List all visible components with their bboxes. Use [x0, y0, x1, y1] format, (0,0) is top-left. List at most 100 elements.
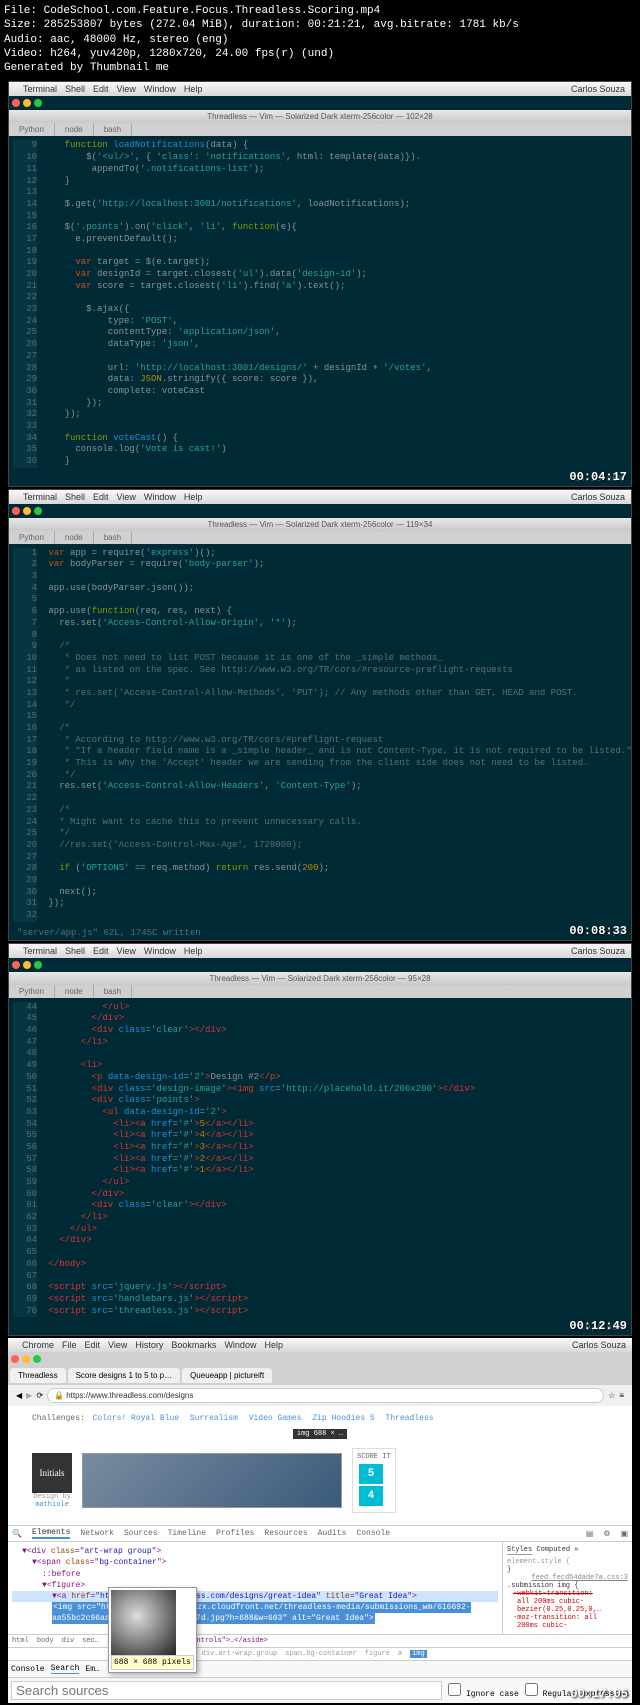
menu-history[interactable]: History — [135, 1340, 163, 1350]
tab-console[interactable]: Console — [356, 1529, 390, 1538]
menu-shell[interactable]: Shell — [65, 84, 85, 94]
code-editor[interactable]: 44 </ul> 45 </div> 46 <div class='clear'… — [9, 998, 631, 1322]
tab-console[interactable]: Console — [11, 1665, 45, 1674]
menu-view[interactable]: View — [117, 946, 136, 956]
maximize-icon[interactable] — [34, 507, 42, 515]
tab-node[interactable]: node — [55, 123, 94, 136]
minimize-icon[interactable] — [22, 1355, 30, 1363]
star-icon[interactable]: ☆ — [608, 1391, 615, 1400]
close-icon[interactable] — [12, 99, 20, 107]
tab-bash[interactable]: bash — [94, 531, 132, 544]
menu-window[interactable]: Window — [144, 946, 176, 956]
app-name[interactable]: Chrome — [22, 1340, 54, 1350]
tab-resources[interactable]: Resources — [264, 1529, 307, 1538]
tab-audits[interactable]: Audits — [318, 1529, 347, 1538]
menu-help[interactable]: Help — [264, 1340, 283, 1350]
user-name[interactable]: Carlos Souza — [572, 1340, 626, 1350]
search-icon[interactable]: 🔍 — [12, 1529, 22, 1539]
preview-image — [111, 1590, 176, 1655]
challenge-link[interactable]: Video Games — [249, 1414, 302, 1423]
challenge-link[interactable]: Threadless — [386, 1414, 434, 1423]
score-title: SCORE IT — [357, 1453, 391, 1461]
menu-view[interactable]: View — [117, 84, 136, 94]
forward-icon[interactable]: ▶ — [26, 1391, 32, 1400]
close-icon[interactable] — [11, 1355, 19, 1363]
menu-bookmarks[interactable]: Bookmarks — [171, 1340, 216, 1350]
design-author[interactable]: mathiole — [32, 1501, 72, 1509]
design-thumbnail[interactable]: Initials — [32, 1453, 72, 1493]
score-5-button[interactable]: 5 — [359, 1464, 383, 1484]
bc-img[interactable]: img — [410, 1650, 427, 1658]
code-editor[interactable]: 1 var app = require('express')(); 2 var … — [9, 544, 631, 926]
menu-edit[interactable]: Edit — [93, 946, 109, 956]
tab-threadless[interactable]: Threadless — [10, 1368, 66, 1383]
address-input[interactable]: 🔒 https://www.threadless.com/designs — [47, 1388, 604, 1403]
challenge-link[interactable]: Surrealism — [190, 1414, 238, 1423]
elements-panel[interactable]: ▼<div class="art-wrap group"> ▼<span cla… — [8, 1542, 502, 1634]
menu-view[interactable]: View — [108, 1340, 127, 1350]
menu-help[interactable]: Help — [184, 492, 203, 502]
user-name[interactable]: Carlos Souza — [571, 946, 625, 956]
styles-panel[interactable]: Styles Computed » element.style { } feed… — [502, 1542, 632, 1634]
menu-icon[interactable]: ≡ — [619, 1391, 624, 1400]
app-name[interactable]: Terminal — [23, 946, 57, 956]
tab-sources[interactable]: Sources — [124, 1529, 158, 1538]
tab-network[interactable]: Network — [80, 1529, 114, 1538]
tab-queueapp[interactable]: Queueapp | pictureift — [182, 1368, 272, 1383]
design-image[interactable] — [82, 1453, 342, 1508]
close-icon[interactable] — [12, 507, 20, 515]
menu-edit[interactable]: Edit — [93, 492, 109, 502]
ignore-case-checkbox[interactable]: Ignore case — [448, 1683, 519, 1699]
tab-elements[interactable]: Elements — [32, 1528, 70, 1539]
user-name[interactable]: Carlos Souza — [571, 84, 625, 94]
challenge-link[interactable]: Colors! Royal Blue — [93, 1414, 179, 1423]
tab-bash[interactable]: bash — [94, 123, 132, 136]
menu-window[interactable]: Window — [224, 1340, 256, 1350]
tab-python[interactable]: Python — [9, 123, 55, 136]
back-icon[interactable]: ◀ — [16, 1391, 22, 1400]
tab-em[interactable]: Em… — [85, 1665, 99, 1674]
bc-sec[interactable]: sec… — [82, 1637, 99, 1645]
minimize-icon[interactable] — [23, 99, 31, 107]
minimize-icon[interactable] — [23, 961, 31, 969]
search-bar: Ignore case Regular expression — [8, 1677, 632, 1703]
menu-window[interactable]: Window — [144, 84, 176, 94]
menu-edit[interactable]: Edit — [93, 84, 109, 94]
close-icon[interactable] — [12, 961, 20, 969]
app-name[interactable]: Terminal — [23, 492, 57, 502]
drawer-icon[interactable]: ▤ — [586, 1529, 594, 1539]
tab-python[interactable]: Python — [9, 531, 55, 544]
tab-timeline[interactable]: Timeline — [168, 1529, 206, 1538]
menu-shell[interactable]: Shell — [65, 492, 85, 502]
minimize-icon[interactable] — [23, 507, 31, 515]
maximize-icon[interactable] — [33, 1355, 41, 1363]
code-editor[interactable]: 9 function loadNotifications(data) { 10 … — [9, 136, 631, 471]
menu-window[interactable]: Window — [144, 492, 176, 502]
user-name[interactable]: Carlos Souza — [571, 492, 625, 502]
menu-help[interactable]: Help — [184, 946, 203, 956]
bc-html[interactable]: html — [12, 1637, 29, 1645]
menu-file[interactable]: File — [62, 1340, 77, 1350]
menu-view[interactable]: View — [117, 492, 136, 502]
tab-profiles[interactable]: Profiles — [216, 1529, 254, 1538]
tab-python[interactable]: Python — [9, 985, 55, 998]
bc-div[interactable]: div — [62, 1637, 75, 1645]
tab-score[interactable]: Score designs 1 to 5 to p… — [68, 1368, 181, 1383]
menu-help[interactable]: Help — [184, 84, 203, 94]
menu-edit[interactable]: Edit — [85, 1340, 101, 1350]
search-input[interactable] — [11, 1681, 442, 1700]
dock-icon[interactable]: ▣ — [620, 1529, 628, 1539]
tab-search[interactable]: Search — [51, 1664, 80, 1674]
menu-shell[interactable]: Shell — [65, 946, 85, 956]
tab-node[interactable]: node — [55, 985, 94, 998]
app-name[interactable]: Terminal — [23, 84, 57, 94]
challenge-link[interactable]: Zip Hoodies 5 — [312, 1414, 374, 1423]
maximize-icon[interactable] — [34, 99, 42, 107]
tab-bash[interactable]: bash — [94, 985, 132, 998]
tab-node[interactable]: node — [55, 531, 94, 544]
reload-icon[interactable]: ⟳ — [36, 1391, 43, 1400]
settings-icon[interactable]: ⚙ — [603, 1529, 610, 1539]
maximize-icon[interactable] — [34, 961, 42, 969]
bc-body[interactable]: body — [37, 1637, 54, 1645]
score-4-button[interactable]: 4 — [359, 1486, 383, 1506]
